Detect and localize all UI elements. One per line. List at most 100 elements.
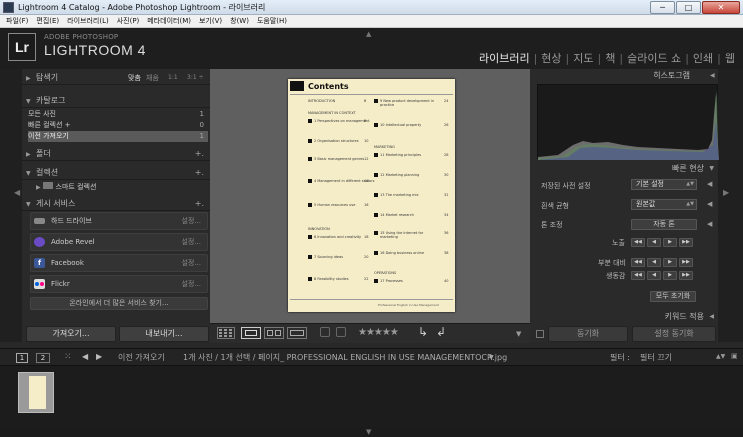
- filter-select[interactable]: 필터 끄기: [640, 352, 672, 363]
- catalog-item-previous-import[interactable]: 이전 가져오기 1: [28, 131, 208, 142]
- module-map[interactable]: 지도: [573, 52, 593, 65]
- exposure-increase[interactable]: ▶: [663, 238, 677, 247]
- publish-service-hard-drive[interactable]: 하드 드라이브 설정...: [30, 212, 208, 230]
- zoom-fill[interactable]: 채움: [146, 71, 159, 85]
- menu-photo[interactable]: 사진(P): [117, 17, 140, 25]
- setup-link[interactable]: 설정...: [181, 276, 201, 292]
- compare-view-icon[interactable]: [264, 327, 284, 339]
- collections-header[interactable]: ▼ 컬렉션 +.: [22, 166, 210, 180]
- flag-icon[interactable]: [320, 327, 330, 337]
- expand-preset-icon[interactable]: ◀: [707, 180, 712, 188]
- sync-settings-button[interactable]: 설정 동기화: [632, 326, 716, 342]
- filmstrip-source[interactable]: 이전 가져오기: [118, 352, 165, 363]
- menu-window[interactable]: 창(W): [230, 17, 249, 25]
- module-slideshow[interactable]: 슬라이드 쇼: [627, 52, 681, 65]
- minimize-button[interactable]: ─: [650, 1, 675, 14]
- loupe-view-icon[interactable]: [241, 327, 261, 339]
- menu-metadata[interactable]: 메타데이터(M): [147, 17, 191, 25]
- keywording-header[interactable]: 키워드 적용 ◀: [530, 310, 718, 323]
- collapse-left-panel-icon[interactable]: ◀: [14, 188, 20, 197]
- catalog-header[interactable]: ▼ 카탈로그: [22, 94, 210, 108]
- module-print[interactable]: 인쇄: [693, 52, 713, 65]
- survey-view-icon[interactable]: [287, 327, 307, 339]
- catalog-item-quick-collection[interactable]: 빠른 컬렉션 +0: [28, 120, 208, 131]
- zoom-fit[interactable]: 맞춤: [128, 71, 141, 85]
- exposure-decrease[interactable]: ◀: [647, 238, 661, 247]
- publish-service-facebook[interactable]: f Facebook 설정...: [30, 254, 208, 272]
- menu-library[interactable]: 라이브러리(L): [67, 17, 109, 25]
- module-develop[interactable]: 현상: [541, 52, 561, 65]
- smart-collections-folder[interactable]: ▶ 스마트 컬렉션: [36, 182, 208, 193]
- find-more-services-button[interactable]: 온라인에서 더 많은 서비스 찾기...: [30, 297, 208, 310]
- close-button[interactable]: ✕: [702, 1, 740, 14]
- catalog-item-all-photos[interactable]: 모든 사진 1: [28, 109, 208, 120]
- forward-arrow-icon[interactable]: ▶: [96, 352, 102, 361]
- auto-tone-button[interactable]: 자동 톤: [631, 219, 697, 230]
- collapse-top-panel-icon[interactable]: ▲: [366, 30, 371, 38]
- photo-preview[interactable]: Contents INTRODUCTION 6 MANAGEMENT IN CON…: [288, 79, 455, 312]
- clarity-increase-large[interactable]: ▶▶: [679, 258, 693, 267]
- zoom-3-1[interactable]: 3:1 ÷: [187, 71, 204, 85]
- white-balance-select[interactable]: 원본값 ▲▼: [631, 199, 697, 210]
- collapse-filmstrip-icon[interactable]: ▼: [366, 428, 371, 436]
- rotate-left-icon[interactable]: ↳: [418, 325, 428, 339]
- zoom-1-1[interactable]: 1:1: [168, 71, 178, 85]
- clarity-increase[interactable]: ▶: [663, 258, 677, 267]
- sync-button[interactable]: 동기화: [548, 326, 628, 342]
- reset-all-button[interactable]: 모두 초기화: [650, 291, 696, 302]
- expand-wb-icon[interactable]: ◀: [707, 200, 712, 208]
- import-button[interactable]: 가져오기...: [26, 326, 116, 342]
- add-publish-service-icon[interactable]: +.: [195, 197, 204, 211]
- setup-link[interactable]: 설정...: [181, 234, 201, 250]
- folders-header[interactable]: ▶ 폴더 +.: [22, 147, 210, 161]
- sync-switch-icon[interactable]: [536, 330, 544, 338]
- left-panel-edge[interactable]: [0, 69, 22, 342]
- quick-develop-header[interactable]: 빠른 현상 ▼: [530, 162, 718, 175]
- publish-services-header[interactable]: ▼ 게시 서비스 +.: [22, 197, 210, 211]
- clarity-decrease-large[interactable]: ◀◀: [631, 258, 645, 267]
- module-book[interactable]: 책: [605, 52, 615, 65]
- vibrance-increase[interactable]: ▶: [663, 271, 677, 280]
- setup-link[interactable]: 설정...: [181, 255, 201, 271]
- module-web[interactable]: 웹: [725, 52, 735, 65]
- clarity-decrease[interactable]: ◀: [647, 258, 661, 267]
- grid-view-icon[interactable]: [217, 327, 235, 339]
- collapse-triangle-icon[interactable]: ◀: [710, 72, 715, 79]
- export-button[interactable]: 내보내기...: [119, 326, 209, 342]
- grid-icon[interactable]: ⁙: [64, 352, 72, 362]
- add-collection-icon[interactable]: +.: [195, 166, 204, 180]
- saved-preset-select[interactable]: 기본 설정 ▲▼: [631, 179, 697, 190]
- menu-view[interactable]: 보기(V): [199, 17, 222, 25]
- publish-service-adobe-revel[interactable]: Adobe Revel 설정...: [30, 233, 208, 251]
- primary-window-button[interactable]: 1: [16, 353, 28, 363]
- add-folder-icon[interactable]: +.: [195, 147, 204, 161]
- maximize-button[interactable]: □: [676, 1, 701, 14]
- module-library[interactable]: 라이브러리: [479, 52, 530, 65]
- filmstrip-thumbnail[interactable]: [18, 372, 54, 413]
- menu-edit[interactable]: 편집(E): [36, 17, 59, 25]
- right-panel-edge[interactable]: [718, 69, 743, 342]
- rotate-right-icon[interactable]: ↲: [436, 325, 446, 339]
- toolbar-menu-icon[interactable]: ▼: [516, 330, 521, 338]
- back-arrow-icon[interactable]: ◀: [82, 352, 88, 361]
- publish-service-flickr[interactable]: Flickr 설정...: [30, 275, 208, 293]
- filter-dropdown-icon[interactable]: ▲▼: [716, 353, 725, 360]
- star-rating[interactable]: ★★★★★: [358, 327, 399, 338]
- saved-preset-label: 저장된 사전 설정: [541, 182, 591, 190]
- secondary-window-button[interactable]: 2: [36, 353, 50, 363]
- exposure-increase-large[interactable]: ▶▶: [679, 238, 693, 247]
- menu-help[interactable]: 도움말(H): [257, 17, 287, 25]
- expand-tone-icon[interactable]: ◀: [707, 220, 712, 228]
- exposure-decrease-large[interactable]: ◀◀: [631, 238, 645, 247]
- menu-file[interactable]: 파일(F): [6, 17, 28, 25]
- vibrance-increase-large[interactable]: ▶▶: [679, 271, 693, 280]
- vibrance-decrease[interactable]: ◀: [647, 271, 661, 280]
- collapse-right-panel-icon[interactable]: ▶: [723, 188, 729, 197]
- filter-lock-icon[interactable]: ▣: [731, 352, 738, 360]
- source-dropdown-icon[interactable]: ▼: [489, 354, 494, 361]
- navigator-header[interactable]: ▶ 탐색기 맞춤 채움 1:1 3:1 ÷: [22, 71, 210, 85]
- setup-link[interactable]: 설정...: [181, 213, 201, 229]
- histogram-header[interactable]: 히스토그램: [530, 69, 718, 82]
- vibrance-decrease-large[interactable]: ◀◀: [631, 271, 645, 280]
- reject-flag-icon[interactable]: [336, 327, 346, 337]
